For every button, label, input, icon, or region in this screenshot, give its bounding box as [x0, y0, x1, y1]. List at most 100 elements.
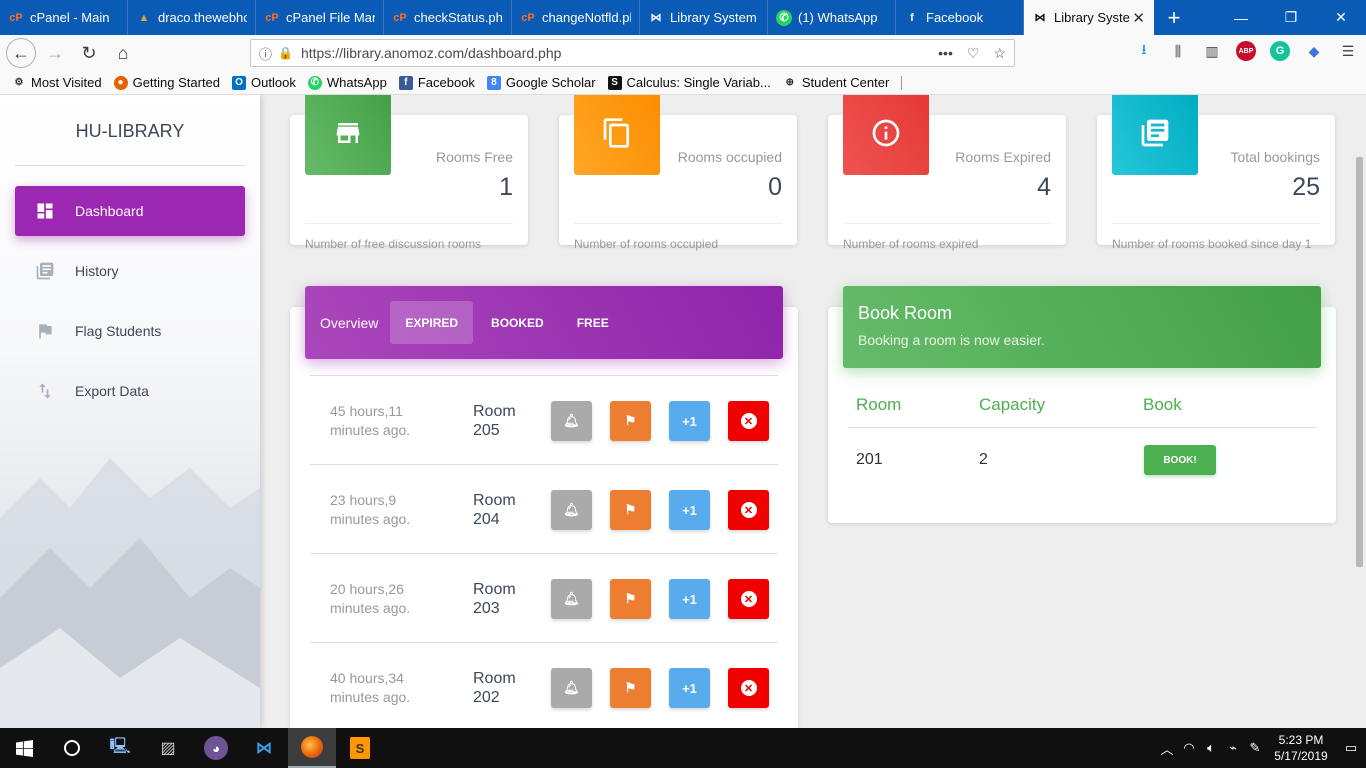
taskbar-app-vscode[interactable]: ⋈ — [240, 728, 288, 768]
tab-cpanel-main[interactable]: cP cPanel - Main — [0, 0, 128, 35]
tab-changenotfld[interactable]: cP changeNotfld.ph — [512, 0, 640, 35]
notify-button[interactable]: 🔔︎ — [551, 490, 592, 530]
bookmark-calculus[interactable]: S Calculus: Single Variab... — [607, 75, 771, 90]
stat-divider — [1112, 223, 1320, 224]
stat-footer: Number of rooms booked since day 1 — [1112, 237, 1312, 251]
stat-card-total-bookings: Total bookings 25 Number of rooms booked… — [1097, 95, 1335, 251]
cancel-button[interactable]: ✕ — [728, 490, 769, 530]
brand-title[interactable]: HU-LIBRARY — [0, 121, 260, 142]
sidebar-item-flag-students[interactable]: Flag Students — [15, 306, 245, 356]
brand-divider — [15, 165, 245, 166]
photos-icon: ▨ — [160, 740, 176, 757]
store-icon — [305, 95, 391, 175]
sidebar-item-export-data[interactable]: Export Data — [15, 366, 245, 416]
start-button[interactable] — [0, 728, 48, 768]
extend-button[interactable]: +1 — [669, 668, 710, 708]
notify-button[interactable]: 🔔︎ — [551, 401, 592, 441]
download-icon[interactable]: ⭳ — [1134, 41, 1154, 61]
bookmark-google-scholar[interactable]: 8 Google Scholar — [486, 75, 596, 90]
cancel-button[interactable]: ✕ — [728, 668, 769, 708]
clock[interactable]: 5:23 PM 5/17/2019 — [1266, 732, 1336, 764]
extend-button[interactable]: +1 — [669, 490, 710, 530]
flag-button[interactable]: ⚑ — [610, 668, 651, 708]
notify-button[interactable]: 🔔︎ — [551, 579, 592, 619]
search-button[interactable] — [48, 728, 96, 768]
stat-value: 4 — [1037, 173, 1051, 201]
menu-icon[interactable]: ☰ — [1338, 41, 1358, 61]
github-icon: ◕ — [204, 736, 228, 760]
sidebar-item-dashboard[interactable]: Dashboard — [15, 186, 245, 236]
forward-button[interactable]: → — [40, 38, 70, 68]
column-header-room: Room — [856, 395, 902, 414]
bookmark-getting-started[interactable]: ● Getting Started — [113, 75, 221, 90]
tab-facebook[interactable]: f Facebook — [896, 0, 1024, 35]
minimize-icon[interactable]: — — [1216, 0, 1266, 35]
page-scrollbar[interactable] — [1356, 157, 1363, 567]
taskbar-app-github[interactable]: ◕ — [192, 728, 240, 768]
sidebar-toggle-icon[interactable]: ▥ — [1202, 41, 1222, 61]
cancel-button[interactable]: ✕ — [728, 401, 769, 441]
close-window-icon[interactable]: ✕ — [1316, 0, 1366, 35]
taskbar-app-photos[interactable]: ▨ — [144, 728, 192, 768]
stat-card-rooms-occupied: Rooms occupied 0 Number of rooms occupie… — [559, 95, 797, 251]
notifications-icon[interactable]: ▭ — [1336, 740, 1366, 756]
bookmark-label: Getting Started — [132, 75, 221, 90]
cancel-button[interactable]: ✕ — [728, 579, 769, 619]
tab-checkstatus[interactable]: cP checkStatus.php — [384, 0, 512, 35]
stat-footer: Number of rooms occupied — [574, 237, 719, 251]
notify-button[interactable]: 🔔︎ — [551, 668, 592, 708]
tab-free[interactable]: FREE — [562, 301, 624, 344]
tab-whatsapp[interactable]: ✆ (1) WhatsApp — [768, 0, 896, 35]
taskbar-app-sublime[interactable]: S — [336, 728, 384, 768]
grammarly-icon[interactable]: G — [1270, 41, 1290, 61]
taskbar-app-firefox[interactable] — [288, 728, 336, 768]
tab-cpanel-file-manager[interactable]: cP cPanel File Mana — [256, 0, 384, 35]
new-tab-button[interactable]: + — [1154, 0, 1194, 35]
extend-button[interactable]: +1 — [669, 401, 710, 441]
close-tab-icon[interactable]: ✕ — [1132, 9, 1145, 27]
info-icon[interactable]: ⓘ — [259, 44, 272, 63]
page-actions-icon[interactable]: ••• — [938, 45, 953, 62]
volume-icon[interactable]: 🔈︎ — [1200, 740, 1222, 756]
room-name: Room 204 — [473, 492, 516, 528]
bookmark-most-visited[interactable]: ⚙ Most Visited — [12, 75, 102, 90]
library-icon: ⋈ — [1034, 12, 1046, 24]
tab-expired[interactable]: EXPIRED — [390, 301, 474, 344]
library-icon[interactable]: ⫼ — [1168, 41, 1188, 61]
extension-icon[interactable]: ◆ — [1304, 41, 1324, 61]
adblock-icon[interactable]: ABP — [1236, 41, 1256, 61]
tab-booked[interactable]: BOOKED — [476, 301, 559, 344]
back-button[interactable]: ← — [6, 38, 36, 68]
flag-button[interactable]: ⚑ — [610, 579, 651, 619]
whatsapp-icon: ✆ — [307, 75, 322, 90]
stat-category: Total bookings — [1230, 149, 1320, 165]
book-button[interactable]: BOOK! — [1144, 445, 1216, 475]
flag-button[interactable]: ⚑ — [610, 401, 651, 441]
bookmark-star-icon[interactable]: ☆ — [993, 45, 1006, 62]
sidebar-item-history[interactable]: History — [15, 246, 245, 296]
pocket-icon[interactable]: ♡ — [967, 45, 980, 62]
browser-tab-strip: cP cPanel - Main ▲ draco.thewebhost cP c… — [0, 0, 1366, 35]
power-icon[interactable]: ⌁ — [1222, 740, 1244, 756]
home-button[interactable]: ⌂ — [108, 38, 138, 68]
restore-icon[interactable]: ❐ — [1266, 0, 1316, 35]
extend-button[interactable]: +1 — [669, 579, 710, 619]
lock-icon[interactable]: 🔒 — [278, 46, 293, 60]
taskbar-app-explorer[interactable]: 🖳 — [96, 728, 144, 768]
tab-library-system-active[interactable]: ⋈ Library Syste ✕ — [1024, 0, 1154, 35]
bookmark-facebook[interactable]: f Facebook — [398, 75, 475, 90]
flag-button[interactable]: ⚑ — [610, 490, 651, 530]
chevron-up-icon[interactable]: ︿ — [1156, 739, 1178, 758]
wifi-icon[interactable]: ◠ — [1178, 740, 1200, 756]
tab-draco-webhost[interactable]: ▲ draco.thewebhost — [128, 0, 256, 35]
url-bar[interactable]: ⓘ 🔒 https://library.anomoz.com/dashboard… — [250, 39, 1015, 67]
expired-time: 40 hours,34 minutes ago. — [330, 670, 411, 705]
room-number: 201 — [856, 451, 883, 468]
url-text[interactable]: https://library.anomoz.com/dashboard.php — [301, 45, 561, 61]
reload-button[interactable]: ↻ — [74, 38, 104, 68]
bookmark-outlook[interactable]: O Outlook — [232, 75, 296, 90]
bookmark-whatsapp[interactable]: ✆ WhatsApp — [307, 75, 387, 90]
pen-icon[interactable]: ✎ — [1244, 740, 1266, 756]
bookmark-student-center[interactable]: ⊕ Student Center — [783, 75, 890, 90]
tab-library-system[interactable]: ⋈ Library System - — [640, 0, 768, 35]
